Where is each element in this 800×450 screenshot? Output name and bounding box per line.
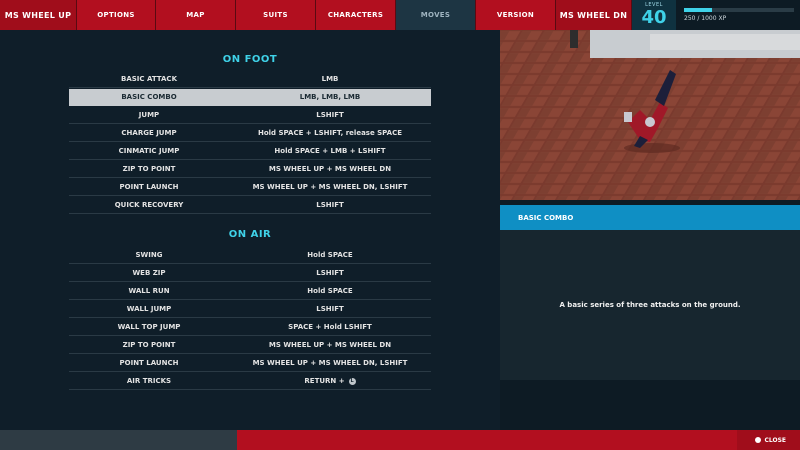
gameplay-preview [500,30,800,200]
move-row[interactable]: WALL RUN Hold SPACE [69,283,431,300]
move-keys: LSHIFT [229,201,431,209]
move-keys: Hold SPACE + LSHIFT, release SPACE [229,129,431,137]
mouse-button-icon: L [348,377,356,385]
preview-scene-image [500,30,800,200]
move-row[interactable]: QUICK RECOVERY LSHIFT [69,197,431,214]
move-keys-text: MS WHEEL UP + MS WHEEL DN [268,165,392,173]
level-badge: LEVEL 40 [632,0,676,30]
move-keys: LMB [229,75,431,83]
move-keys: Hold SPACE + LMB + LSHIFT [229,147,431,155]
bottom-bar-middle [237,430,737,450]
move-row[interactable]: WALL JUMP LSHIFT [69,301,431,318]
move-row[interactable]: SWING Hold SPACE [69,247,431,264]
move-keys: MS WHEEL UP + MS WHEEL DN [229,341,431,349]
xp-progress-fill [684,8,712,12]
move-keys: MS WHEEL UP + MS WHEEL DN, LSHIFT [229,359,431,367]
move-keys-text: LSHIFT [316,111,344,119]
tab-options[interactable]: OPTIONS [77,0,156,30]
moves-panel: ON FOOT BASIC ATTACK LMB BASIC COMBO LMB, L… [0,30,500,430]
move-keys: MS WHEEL UP + MS WHEEL DN [229,165,431,173]
move-row[interactable]: CHARGE JUMP Hold SPACE + LSHIFT, release … [69,125,431,142]
move-name: POINT LAUNCH [119,183,179,191]
section-title-on-air: ON AIR [228,229,272,240]
close-label: CLOSE [764,436,786,444]
close-icon [755,437,762,443]
xp-progress-bar [684,8,794,12]
move-name: WALL JUMP [126,305,172,313]
move-name: CINMATIC JUMP [118,147,180,155]
move-row[interactable]: ZIP TO POINT MS WHEEL UP + MS WHEEL DN [69,337,431,354]
move-keys: Hold SPACE [229,287,431,295]
move-keys-text: RETURN + [304,377,345,385]
move-name: WEB ZIP [132,269,166,277]
tab-version[interactable]: VERSION [476,0,556,30]
top-nav: MS WHEEL UP OPTIONS MAP SUITS CHARACTERS… [0,0,632,30]
move-row[interactable]: JUMP LSHIFT [69,107,431,124]
move-name: ZIP TO POINT [122,165,176,173]
tab-suits[interactable]: SUITS [236,0,316,30]
move-keys: LSHIFT [229,305,431,313]
move-row[interactable]: POINT LAUNCH MS WHEEL UP + MS WHEEL DN, L… [69,355,431,372]
move-row[interactable]: POINT LAUNCH MS WHEEL UP + MS WHEEL DN, L… [69,179,431,196]
move-keys-text: LSHIFT [316,269,344,277]
close-button[interactable]: CLOSE [737,430,800,450]
move-keys: RETURN + L [229,377,431,385]
move-name: BASIC ATTACK [121,75,177,83]
xp-panel: 250 / 1000 XP [676,0,800,30]
move-keys-text: Hold SPACE [307,251,353,259]
move-keys-text: MS WHEEL UP + MS WHEEL DN [268,341,392,349]
tab-characters[interactable]: CHARACTERS [316,0,396,30]
move-name: CHARGE JUMP [121,129,177,137]
move-keys-text: MS WHEEL UP + MS WHEEL DN, LSHIFT [252,359,408,367]
move-row[interactable]: CINMATIC JUMP Hold SPACE + LMB + LSHIFT [69,143,431,160]
move-keys: Hold SPACE [229,251,431,259]
move-name: AIR TRICKS [126,377,172,385]
move-name: ZIP TO POINT [122,341,176,349]
move-info-body: A basic series of three attacks on the g… [500,230,800,380]
move-description: A basic series of three attacks on the g… [559,301,741,309]
move-info-header: BASIC COMBO [500,205,800,230]
move-row[interactable]: BASIC COMBO LMB, LMB, LMB [69,89,431,106]
move-keys-text: MS WHEEL UP + MS WHEEL DN, LSHIFT [252,183,408,191]
section-title-on-foot: ON FOOT [222,54,278,65]
bottom-bar-left [0,430,237,450]
move-name: BASIC COMBO [121,93,177,101]
move-name: QUICK RECOVERY [114,201,184,209]
move-keys: MS WHEEL UP + MS WHEEL DN, LSHIFT [229,183,431,191]
move-row[interactable]: WALL TOP JUMP SPACE + Hold LSHIFT [69,319,431,336]
move-row[interactable]: ZIP TO POINT MS WHEEL UP + MS WHEEL DN [69,161,431,178]
nav-next-hint[interactable]: MS WHEEL DN [556,0,632,30]
bottom-bar: CLOSE [0,430,800,450]
level-value: 40 [641,7,667,28]
tab-moves[interactable]: MOVES [396,0,476,30]
move-name: SWING [135,251,163,259]
move-keys-text: Hold SPACE [307,287,353,295]
move-keys-text: Hold SPACE + LMB + LSHIFT [274,147,386,155]
move-name: WALL RUN [128,287,170,295]
move-keys-text: LSHIFT [316,305,344,313]
move-name: JUMP [138,111,160,119]
move-keys: LSHIFT [229,269,431,277]
xp-text: 250 / 1000 XP [684,15,727,22]
move-keys-text: LMB, LMB, LMB [299,93,361,101]
move-row[interactable]: AIR TRICKS RETURN + L [69,373,431,390]
move-keys: LMB, LMB, LMB [229,93,431,101]
tab-map[interactable]: MAP [156,0,236,30]
move-name: WALL TOP JUMP [117,323,181,331]
move-row[interactable]: WEB ZIP LSHIFT [69,265,431,282]
move-keys: SPACE + Hold LSHIFT [229,323,431,331]
move-keys-text: SPACE + Hold LSHIFT [288,323,372,331]
move-keys-text: Hold SPACE + LSHIFT, release SPACE [257,129,403,137]
move-keys-text: LSHIFT [316,201,344,209]
move-keys: LSHIFT [229,111,431,119]
move-keys-text: LMB [321,75,339,83]
move-row[interactable]: BASIC ATTACK LMB [69,71,431,88]
move-name: POINT LAUNCH [119,359,179,367]
nav-prev-hint[interactable]: MS WHEEL UP [0,0,77,30]
